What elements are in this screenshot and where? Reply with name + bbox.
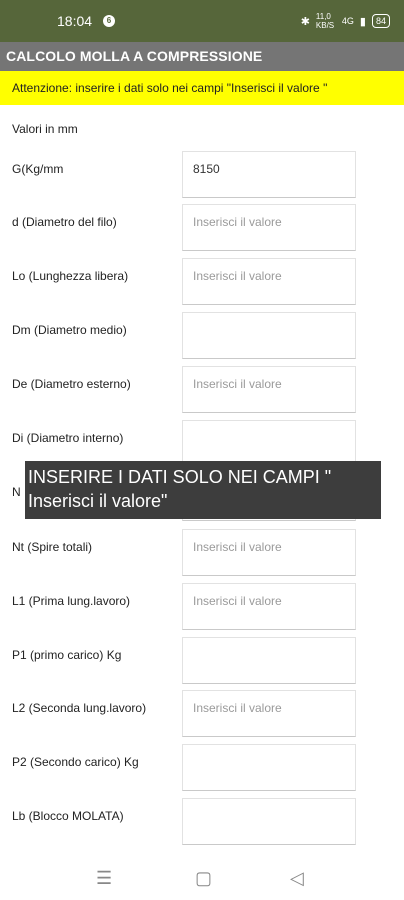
- status-indicators: ✱ 11,0 KB/S 4G ▮ 84: [301, 12, 390, 30]
- input-lo[interactable]: Inserisci il valore: [182, 258, 356, 305]
- input-d[interactable]: Inserisci il valore: [182, 204, 356, 251]
- input-p2[interactable]: [182, 744, 356, 791]
- status-time: 18:04: [57, 13, 93, 29]
- signal-label: 4G: [341, 16, 354, 26]
- app-bar: CALCOLO MOLLA A COMPRESSIONE: [0, 42, 404, 71]
- units-label: Valori in mm: [12, 122, 78, 136]
- input-de-placeholder: Inserisci il valore: [193, 377, 282, 391]
- label-p1: P1 (primo carico) Kg: [12, 648, 122, 662]
- input-g[interactable]: 8150: [182, 151, 356, 198]
- warning-banner: Attenzione: inserire i dati solo nei cam…: [0, 71, 404, 105]
- label-n: N: [12, 485, 21, 499]
- input-l1-placeholder: Inserisci il valore: [193, 594, 282, 608]
- notification-icon: 6: [103, 15, 115, 27]
- input-l2[interactable]: Inserisci il valore: [182, 690, 356, 737]
- menu-icon[interactable]: ☰: [96, 868, 112, 889]
- app-title: CALCOLO MOLLA A COMPRESSIONE: [6, 48, 263, 64]
- input-de[interactable]: Inserisci il valore: [182, 366, 356, 413]
- input-lo-placeholder: Inserisci il valore: [193, 269, 282, 283]
- label-nt: Nt (Spire totali): [12, 540, 93, 554]
- battery-icon: 84: [371, 14, 390, 28]
- input-l1[interactable]: Inserisci il valore: [182, 583, 356, 630]
- label-lo: Lo (Lunghezza libera): [12, 269, 129, 283]
- input-dm[interactable]: [182, 312, 356, 359]
- nav-bar: ☰ ▢ ◁: [0, 856, 404, 900]
- label-de: De (Diametro esterno): [12, 377, 131, 391]
- label-g: G(Kg/mm: [12, 162, 64, 176]
- network-speed: 11,0 KB/S: [315, 12, 335, 30]
- input-l2-placeholder: Inserisci il valore: [193, 701, 282, 715]
- bluetooth-icon: ✱: [300, 15, 310, 28]
- input-nt[interactable]: Inserisci il valore: [182, 529, 356, 576]
- label-dm: Dm (Diametro medio): [12, 323, 127, 337]
- input-g-value: 8150: [193, 162, 220, 176]
- status-bar: 18:04 6 ✱ 11,0 KB/S 4G ▮ 84: [0, 0, 404, 42]
- triangle-back-icon[interactable]: ◁: [290, 868, 304, 889]
- label-p2: P2 (Secondo carico) Kg: [12, 755, 139, 769]
- label-lb: Lb (Blocco MOLATA): [12, 809, 124, 823]
- label-di: Di (Diametro interno): [12, 431, 124, 445]
- input-nt-placeholder: Inserisci il valore: [193, 540, 282, 554]
- square-icon[interactable]: ▢: [195, 868, 212, 889]
- label-l2: L2 (Seconda lung.lavoro): [12, 701, 147, 715]
- input-lb[interactable]: [182, 798, 356, 845]
- label-l1: L1 (Prima lung.lavoro): [12, 594, 131, 608]
- signal-icon: ▮: [359, 15, 366, 28]
- label-d: d (Diametro del filo): [12, 215, 117, 229]
- warning-text: Attenzione: inserire i dati solo nei cam…: [12, 81, 328, 95]
- toast-message: INSERIRE I DATI SOLO NEI CAMPI " Inseris…: [25, 461, 381, 519]
- input-d-placeholder: Inserisci il valore: [193, 215, 282, 229]
- input-p1[interactable]: [182, 637, 356, 684]
- input-di[interactable]: [182, 420, 356, 467]
